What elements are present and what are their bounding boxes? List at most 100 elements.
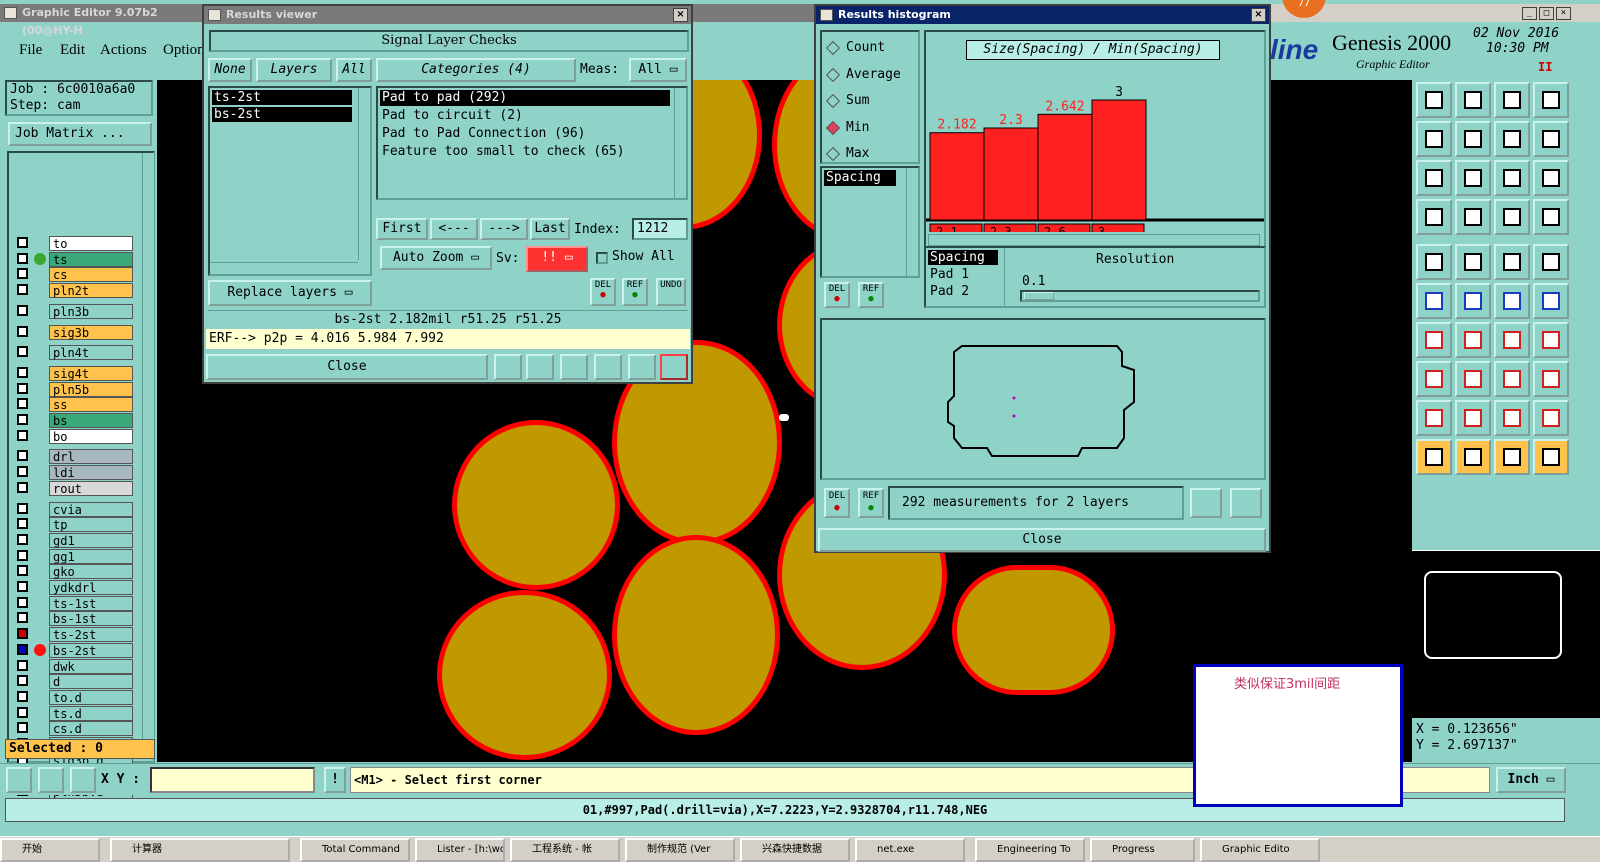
grid-icon[interactable] [70, 767, 96, 793]
layer-checkbox[interactable] [17, 481, 28, 493]
layer-checkbox[interactable] [17, 612, 28, 624]
tool-button-3-3[interactable] [1533, 199, 1569, 235]
ref-button[interactable]: REF ● [622, 278, 648, 306]
start-button[interactable]: 开始 [0, 838, 100, 862]
taskbar-item[interactable]: net.exe [855, 838, 965, 862]
chart-hscrollbar[interactable] [928, 234, 1260, 246]
menu-edit[interactable]: Edit [60, 42, 85, 59]
layer-name[interactable]: ydkdrl [49, 580, 133, 595]
layer-checkbox[interactable] [17, 706, 28, 718]
menu-options[interactable]: Option [163, 42, 205, 59]
layer-checkbox[interactable] [17, 675, 28, 687]
layer-row-pln5b[interactable]: pln5b [15, 381, 135, 397]
sv-select[interactable]: !! ▭ [526, 246, 588, 272]
meas-select[interactable]: All ▭ [629, 58, 687, 82]
resolution-slider[interactable] [1020, 290, 1260, 302]
hist-ref-button[interactable]: REF ● [858, 282, 884, 308]
tool-button-6-3[interactable] [1533, 322, 1569, 358]
layer-row-bo[interactable]: bo [15, 428, 135, 444]
taskbar-item[interactable]: Lister - [h:\wor [415, 838, 505, 862]
layer-row-bs[interactable]: bs [15, 413, 135, 428]
menu-actions[interactable]: Actions [100, 42, 147, 59]
taskbar-item[interactable]: Graphic Edito [1200, 838, 1320, 862]
layer-name[interactable]: sig3b [49, 324, 133, 340]
res-scrollbar[interactable] [1004, 248, 1016, 306]
alert-icon[interactable]: ! [324, 767, 346, 793]
histogram-bar[interactable] [1091, 99, 1147, 221]
layer-checkbox[interactable] [17, 284, 28, 296]
layer-checkbox[interactable] [17, 237, 28, 248]
layer-row-ss[interactable]: ss [15, 397, 135, 413]
preview-del-button[interactable]: DEL ● [824, 488, 850, 518]
layer-name[interactable]: tp [49, 517, 133, 533]
tool-button-0-1[interactable] [1455, 82, 1491, 118]
tool-button-8-2[interactable] [1494, 400, 1530, 436]
minimize-button[interactable]: _ [1522, 7, 1537, 20]
snap-icon[interactable] [6, 767, 32, 793]
tool-button-9-1[interactable] [1455, 439, 1491, 475]
layer-name[interactable]: to [49, 236, 133, 251]
layer-row-to[interactable]: to [15, 236, 135, 251]
layer-checkbox[interactable] [17, 628, 28, 640]
taskbar-item[interactable]: Total Command [300, 838, 410, 862]
undo-button[interactable]: UNDO [656, 278, 686, 306]
tool-button-4-1[interactable] [1455, 244, 1491, 280]
layer-name[interactable]: pln3b [49, 303, 133, 319]
layer-name[interactable]: bs [49, 413, 133, 428]
layer-checkbox[interactable] [17, 268, 28, 280]
next-button[interactable]: ---> [480, 218, 528, 240]
tool-button-7-2[interactable] [1494, 361, 1530, 397]
tool-button-3-1[interactable] [1455, 199, 1491, 235]
tool-button-1-1[interactable] [1455, 121, 1491, 157]
layer-row-ydkdrl[interactable]: ydkdrl [15, 580, 135, 595]
layer-name[interactable]: ts-1st [49, 595, 133, 611]
layer-name[interactable]: to.d [49, 689, 133, 705]
slider-thumb[interactable] [1024, 292, 1054, 300]
layer-row-gg1[interactable]: gg1 [15, 548, 135, 564]
layer-checkbox[interactable] [17, 565, 28, 577]
layer-checkbox[interactable] [17, 533, 28, 545]
layer-checkbox[interactable] [17, 450, 28, 462]
categories-button[interactable]: Categories (4) [376, 58, 576, 82]
mode-radio-count[interactable]: Count [825, 40, 916, 58]
layer-checkbox[interactable] [17, 659, 28, 671]
layer-row-gd1[interactable]: gd1 [15, 532, 135, 548]
tool-button-5-3[interactable] [1533, 283, 1569, 319]
tool-icon-3[interactable] [560, 354, 588, 380]
layer-checkbox[interactable] [17, 325, 28, 337]
tool-button-4-0[interactable] [1416, 244, 1452, 280]
layer-row-dwk[interactable]: dwk [15, 658, 135, 674]
units-select[interactable]: Inch ▭ [1496, 767, 1566, 793]
layer-checkbox[interactable] [17, 429, 28, 441]
layer-row-bs-2st[interactable]: bs-2st [15, 642, 135, 658]
index-input[interactable]: 1212 [632, 218, 688, 240]
layer-name[interactable]: drl [49, 449, 133, 465]
list-hscrollbar[interactable] [210, 262, 358, 274]
layer-results-list[interactable]: ts-2st bs-2st [208, 86, 372, 276]
preview-ref-button[interactable]: REF ● [858, 488, 884, 518]
category-list[interactable]: Pad to pad (292) Pad to circuit (2) Pad to… [376, 86, 688, 200]
tool-button-7-1[interactable] [1455, 361, 1491, 397]
resolution-list-item[interactable]: Spacing [928, 250, 998, 265]
layer-name[interactable]: ss [49, 397, 133, 413]
layer-name[interactable]: sig4t [49, 365, 133, 381]
hist-close-button[interactable]: Close [818, 528, 1266, 552]
tool-button-5-2[interactable] [1494, 283, 1530, 319]
layer-row-drl[interactable]: drl [15, 449, 135, 465]
attribute-item[interactable]: Spacing [824, 170, 896, 186]
tool-button-1-0[interactable] [1416, 121, 1452, 157]
layer-row-cs[interactable]: cs [15, 267, 135, 283]
tool-button-5-0[interactable] [1416, 283, 1452, 319]
layer-name[interactable]: gko [49, 564, 133, 580]
tool-button-7-0[interactable] [1416, 361, 1452, 397]
layer-row-sig4t[interactable]: sig4t [15, 365, 135, 381]
layer-row-cvia[interactable]: cvia [15, 501, 135, 517]
layer-name[interactable]: bs-1st [49, 611, 133, 627]
layer-row-bs-1st[interactable]: bs-1st [15, 611, 135, 627]
mode-radio-min[interactable]: Min [825, 120, 916, 138]
tool-icon-4[interactable] [594, 354, 622, 380]
taskbar-item[interactable]: 计算器 [110, 838, 290, 862]
mode-radio-sum[interactable]: Sum [825, 93, 916, 111]
tool-button-3-2[interactable] [1494, 199, 1530, 235]
layer-name[interactable]: cs [49, 267, 133, 283]
